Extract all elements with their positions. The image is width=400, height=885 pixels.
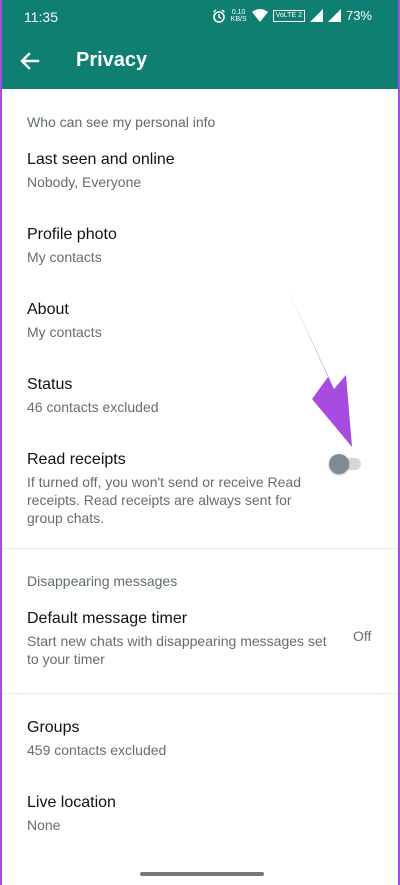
toggle-thumb [329, 454, 349, 474]
volte-badge: VoLTE 2 [272, 9, 305, 22]
row-value: My contacts [27, 324, 102, 340]
row-description-line: group chats. [27, 510, 105, 526]
phone-screen: 11:35 0.10 KB/S VoLTE 2 73% Privacy Who … [2, 0, 398, 885]
data-speed: 0.10 KB/S [230, 8, 247, 23]
row-title: Last seen and online [27, 151, 175, 168]
row-description-line: receipts. Read receipts are always sent … [27, 492, 292, 508]
read-receipts-toggle[interactable] [329, 454, 363, 474]
row-description-line: to your timer [27, 651, 105, 667]
row-value: None [27, 817, 61, 833]
row-title: Read receipts [27, 451, 126, 468]
row-description-line: If turned off, you won't send or receive… [27, 474, 302, 490]
row-title: About [27, 301, 69, 318]
row-value: 459 contacts excluded [27, 742, 167, 758]
row-title: Status [27, 376, 73, 393]
row-title: Groups [27, 719, 80, 736]
signal-icon [309, 9, 323, 22]
last-seen-row[interactable]: Last seen and online Nobody, Everyone [2, 140, 398, 205]
live-location-row[interactable]: Live location None [2, 782, 398, 847]
wifi-icon [251, 9, 268, 22]
default-timer-value: Off [353, 628, 372, 644]
status-icons: 0.10 KB/S VoLTE 2 73% [212, 8, 372, 23]
profile-photo-row[interactable]: Profile photo My contacts [2, 215, 398, 280]
row-description-line: Start new chats with disappearing messag… [27, 633, 327, 649]
signal-icon-2 [327, 9, 341, 22]
row-value: My contacts [27, 249, 102, 265]
row-value: 46 contacts excluded [27, 399, 159, 415]
row-title: Default message timer [27, 610, 188, 627]
section-divider [2, 693, 398, 694]
page-title: Privacy [76, 49, 148, 71]
row-value: Nobody, Everyone [27, 174, 142, 190]
groups-row[interactable]: Groups 459 contacts excluded [2, 707, 398, 772]
default-message-timer-row[interactable]: Default message timer Start new chats wi… [2, 600, 398, 675]
app-bar: Privacy [2, 33, 398, 89]
status-time: 11:35 [24, 9, 58, 25]
home-indicator [140, 872, 264, 876]
back-arrow-icon[interactable] [16, 47, 44, 75]
section-divider [2, 548, 398, 549]
section-header-personal-info: Who can see my personal info [27, 114, 216, 130]
section-header-disappearing: Disappearing messages [27, 573, 178, 589]
row-title: Profile photo [27, 226, 117, 243]
battery-level: 73% [345, 8, 372, 23]
alarm-icon [212, 8, 225, 23]
annotation-arrow-icon [286, 285, 352, 447]
status-bar: 11:35 0.10 KB/S VoLTE 2 73% [2, 0, 398, 33]
row-title: Live location [27, 794, 116, 811]
